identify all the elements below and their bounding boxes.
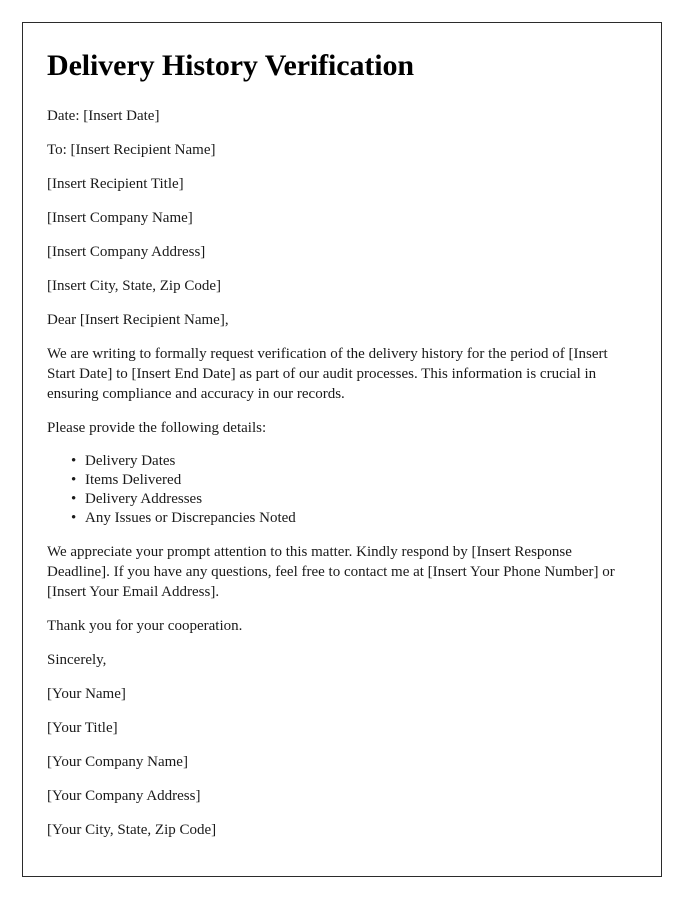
thanks-line: Thank you for your cooperation. <box>47 618 243 634</box>
document-page: Delivery History Verification Date: [Ins… <box>22 22 662 877</box>
list-item: • Delivery Dates <box>71 452 641 471</box>
signature-city-state-zip-line: [Your City, State, Zip Code] <box>47 822 217 838</box>
bullet-icon: • <box>71 453 77 469</box>
signature-address-line: [Your Company Address] <box>47 788 201 804</box>
list-intro: Please provide the following details: <box>47 420 267 436</box>
closing-paragraph: We appreciate your prompt attention to t… <box>47 544 615 600</box>
signature-title-line: [Your Title] <box>47 720 118 736</box>
recipient-to-line: To: [Insert Recipient Name] <box>47 142 216 158</box>
list-item-label: Delivery Addresses <box>85 491 203 507</box>
page-title: Delivery History Verification <box>47 49 415 82</box>
details-list: • Delivery Dates • Items Delivered • Del… <box>47 452 641 528</box>
list-item-label: Items Delivered <box>85 472 182 488</box>
list-item-label: Delivery Dates <box>85 453 176 469</box>
signature-name-line: [Your Name] <box>47 686 126 702</box>
signature-company-line: [Your Company Name] <box>47 754 188 770</box>
date-line: Date: [Insert Date] <box>47 108 160 124</box>
recipient-title-line: [Insert Recipient Title] <box>47 176 184 192</box>
list-item-label: Any Issues or Discrepancies Noted <box>85 510 296 526</box>
recipient-address-line: [Insert Company Address] <box>47 244 206 260</box>
recipient-city-state-zip-line: [Insert City, State, Zip Code] <box>47 278 221 294</box>
list-item: • Delivery Addresses <box>71 490 641 509</box>
salutation: Dear [Insert Recipient Name], <box>47 312 229 328</box>
opening-paragraph: We are writing to formally request verif… <box>47 346 608 402</box>
list-item: • Any Issues or Discrepancies Noted <box>71 509 641 528</box>
recipient-company-line: [Insert Company Name] <box>47 210 193 226</box>
document-body: Delivery History Verification Date: [Ins… <box>23 23 661 876</box>
signature-closing: Sincerely, <box>47 652 107 668</box>
bullet-icon: • <box>71 472 77 488</box>
list-item: • Items Delivered <box>71 471 641 490</box>
bullet-icon: • <box>71 510 77 526</box>
bullet-icon: • <box>71 491 77 507</box>
